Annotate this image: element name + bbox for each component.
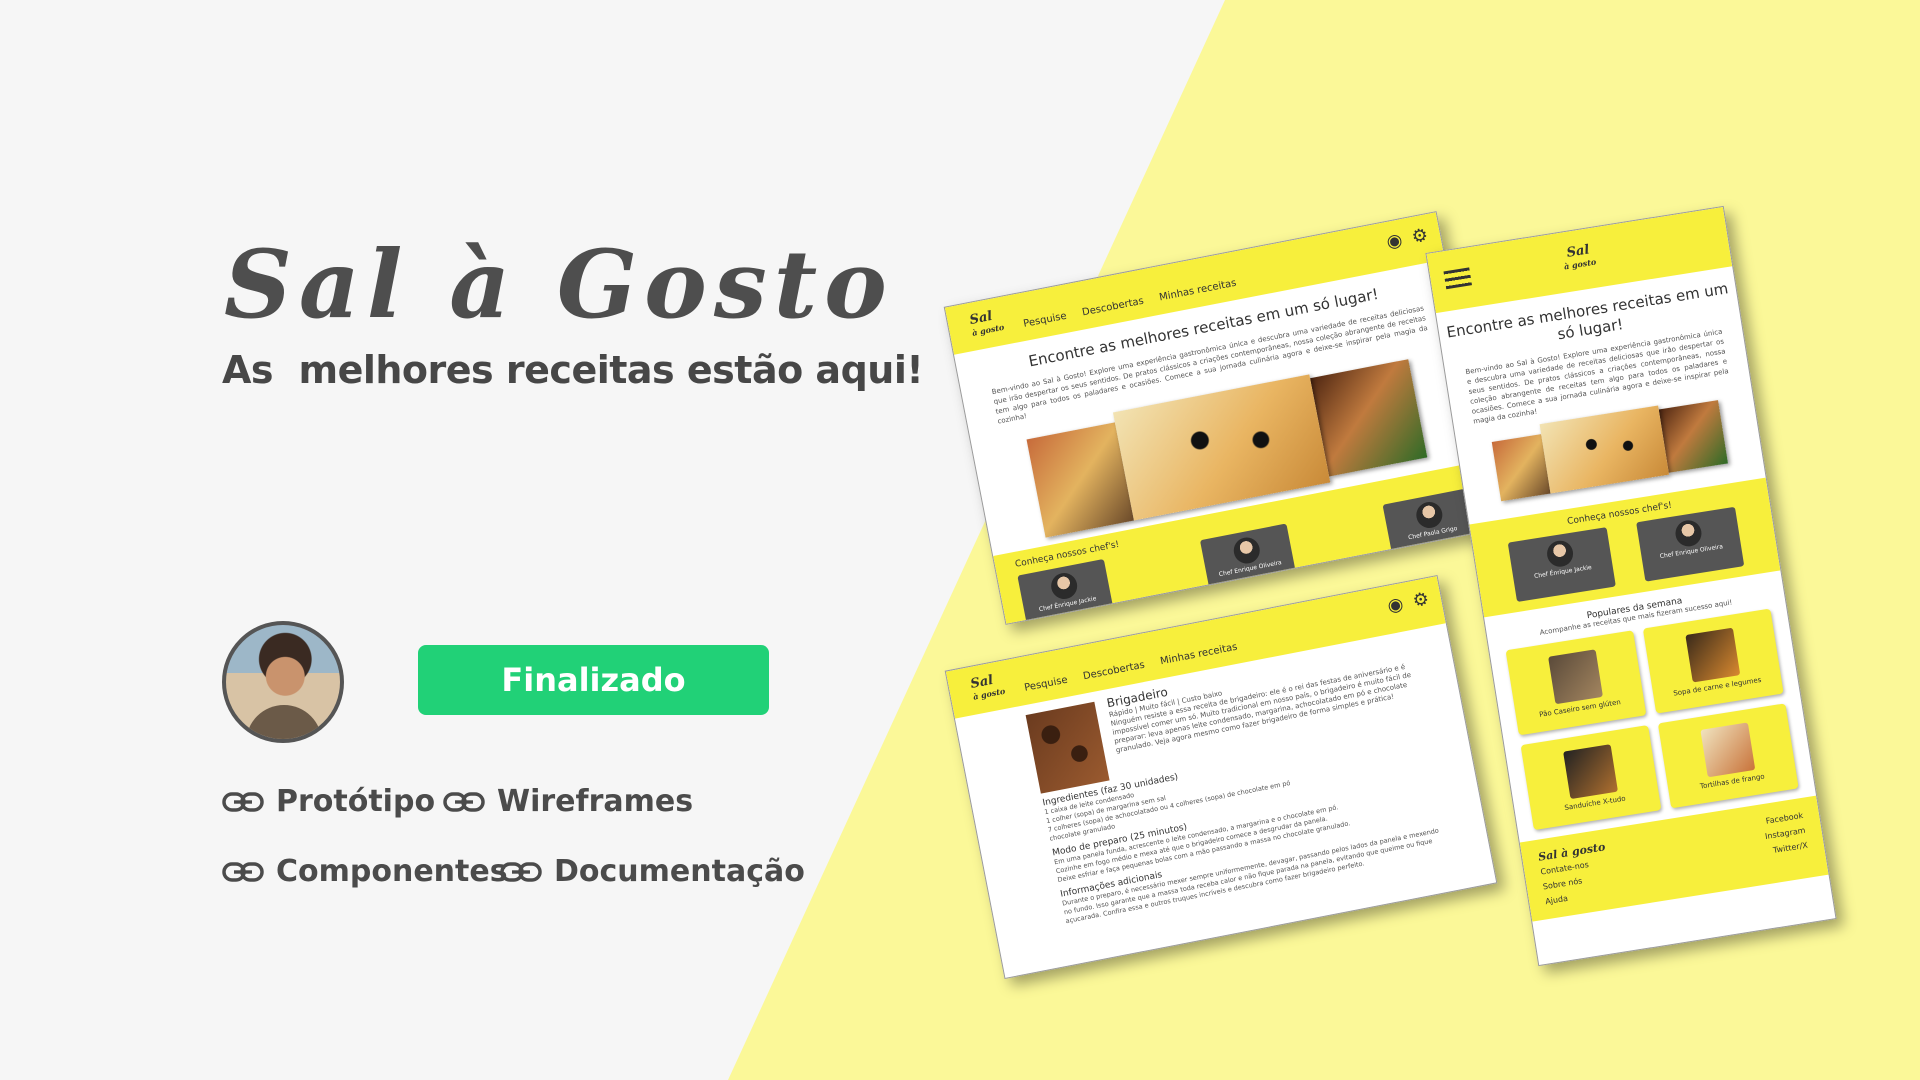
- mockup-logo: Sal à gosto: [968, 308, 1005, 338]
- link-icon: [222, 861, 264, 882]
- popular-card: Sopa de carne e legumes: [1642, 608, 1784, 714]
- link-icon: [222, 791, 264, 812]
- mockup-logo: Sal à gosto: [969, 672, 1006, 702]
- link-icon: [443, 791, 485, 812]
- project-tagline: As melhores receitas estão aqui!: [222, 348, 924, 392]
- popular-card: Tortilhas de frango: [1657, 703, 1799, 809]
- chef-card: Chef Enrique Oliveira: [1636, 506, 1745, 582]
- popular-card: Sanduíche X-tudo: [1520, 725, 1662, 831]
- gear-icon: ⚙: [1410, 588, 1431, 612]
- prototype-link-label: Protótipo: [276, 784, 436, 819]
- nav-item-descobertas: Descobertas: [1082, 659, 1146, 683]
- project-title: Sal à Gosto: [224, 230, 894, 340]
- documentation-link[interactable]: Documentação: [500, 854, 805, 889]
- components-link[interactable]: Componentes: [222, 854, 508, 889]
- nav-item-minhas-receitas: Minhas receitas: [1159, 641, 1239, 668]
- wireframes-link[interactable]: Wireframes: [443, 784, 693, 819]
- nav-item-descobertas: Descobertas: [1081, 295, 1145, 319]
- author-avatar: [222, 621, 344, 743]
- nav-item-minhas-receitas: Minhas receitas: [1158, 277, 1238, 304]
- prototype-link[interactable]: Protótipo: [222, 784, 435, 819]
- gear-icon: ⚙: [1409, 224, 1430, 249]
- profile-icon: ◉: [1384, 229, 1405, 253]
- status-button[interactable]: Finalizado: [418, 645, 769, 715]
- link-icon: [500, 861, 542, 882]
- popular-card: Pão Caseiro sem glúten: [1505, 630, 1647, 736]
- documentation-link-label: Documentação: [554, 854, 805, 889]
- wireframes-link-label: Wireframes: [497, 784, 694, 819]
- components-link-label: Componentes: [276, 854, 508, 889]
- popular-section: Populares da semana Acompanhe as receita…: [1484, 570, 1816, 842]
- nav-item-pesquise: Pesquise: [1023, 674, 1069, 694]
- recipe-image: [1025, 701, 1110, 794]
- profile-icon: ◉: [1385, 593, 1406, 617]
- chef-card: Chef Énrique Jackie: [1507, 527, 1616, 603]
- nav-item-pesquise: Pesquise: [1022, 310, 1068, 330]
